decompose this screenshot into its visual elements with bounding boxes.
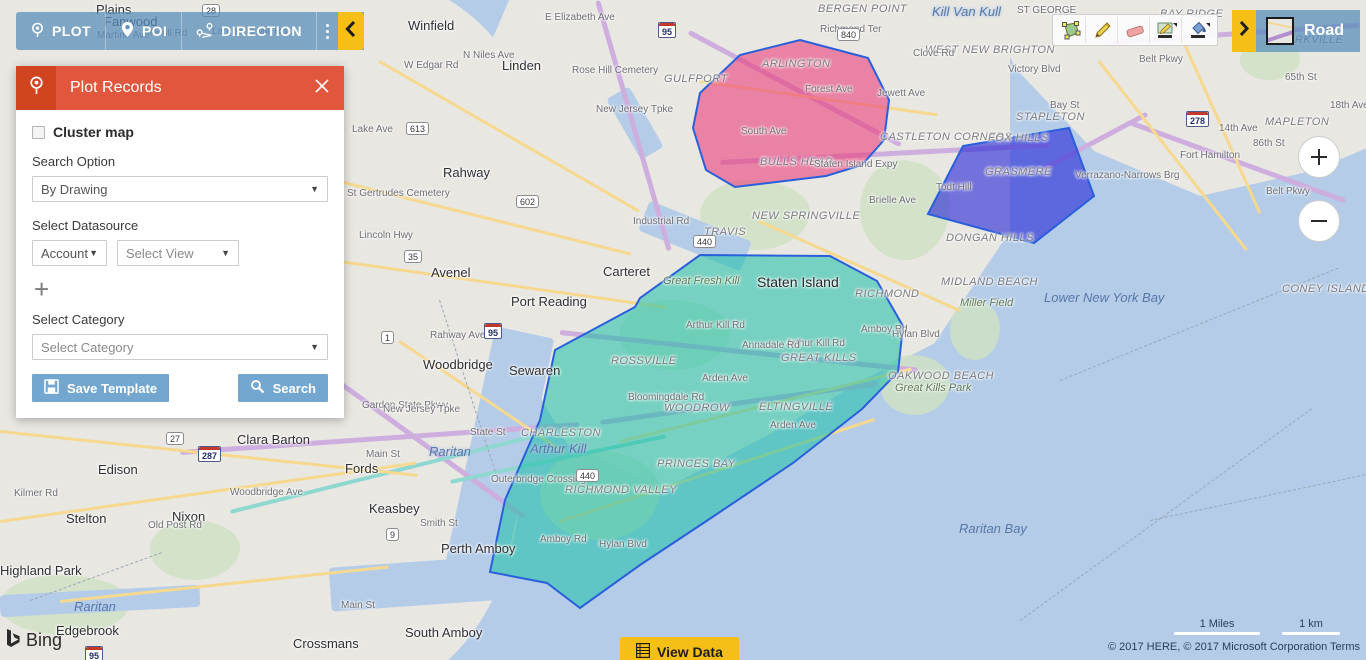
panel-body: Cluster map Search Option By Drawing ▼ S…: [16, 110, 344, 418]
close-icon: [314, 78, 330, 99]
map-route-shield: 287: [198, 446, 222, 462]
cluster-map-label: Cluster map: [53, 124, 134, 140]
panel-actions: Save Template Search: [32, 374, 328, 402]
view-data-button[interactable]: View Data: [620, 637, 739, 660]
map-style-label: Road: [1304, 22, 1344, 39]
chevron-left-icon: [344, 20, 357, 42]
main-toolbar: PLOT POI DIRECTION: [16, 12, 364, 50]
zoom-in-button[interactable]: [1298, 136, 1340, 178]
map-style-expand-button[interactable]: [1232, 10, 1256, 52]
map-route-shield: 840: [837, 28, 861, 41]
panel-header-icon: [16, 66, 56, 110]
minus-icon: [1311, 220, 1327, 222]
toolbar-item-plot[interactable]: PLOT: [16, 12, 106, 50]
bing-logo-icon: [6, 628, 21, 653]
map-route-shield: 27: [166, 432, 185, 445]
search-button-label: Search: [272, 380, 316, 396]
chevron-down-icon: ▼: [221, 248, 230, 258]
pencil-tool-icon: [1094, 21, 1111, 38]
toolbar-item-poi-label: POI: [141, 23, 168, 39]
datasource-row: Account ▼ Select View ▼: [32, 240, 328, 266]
datasource-entity-value: Account: [41, 245, 88, 261]
scale-km-line: [1282, 632, 1340, 635]
fill-color-tool[interactable]: [1184, 17, 1214, 43]
map-route-shield: 95: [85, 646, 104, 660]
search-option-select[interactable]: By Drawing ▼: [32, 176, 328, 202]
datasource-entity-select[interactable]: Account ▼: [32, 240, 107, 266]
polygon-tool-icon: [1061, 20, 1080, 39]
search-button[interactable]: Search: [237, 374, 328, 402]
floppy-disk-icon: [44, 379, 59, 397]
plot-records-panel: Plot Records Cluster map Search Option B…: [16, 66, 344, 418]
select-category-label: Select Category: [32, 312, 125, 327]
scale-miles: 1 Miles: [1174, 618, 1260, 635]
scale-bar: 1 Miles 1 km: [1174, 618, 1340, 635]
map-route-shield: 95: [658, 22, 677, 38]
datasource-view-select[interactable]: Select View ▼: [117, 240, 239, 266]
polygon-tool[interactable]: [1056, 17, 1086, 43]
pencil-tool[interactable]: [1088, 17, 1118, 43]
chevron-down-icon: ▼: [310, 184, 319, 194]
map-route-shield: 35: [404, 250, 423, 263]
zoom-out-button[interactable]: [1298, 200, 1340, 242]
vertical-dots-icon[interactable]: [317, 12, 338, 50]
scale-miles-label: 1 Miles: [1199, 618, 1235, 630]
toolbar-item-direction-label: DIRECTION: [221, 23, 302, 39]
drawing-toolbar: [1052, 14, 1218, 46]
toolbar-item-direction[interactable]: DIRECTION: [182, 12, 317, 50]
map-route-shield: 613: [406, 122, 430, 135]
map-route-shield: 602: [516, 195, 540, 208]
map-style-switcher: Road: [1232, 10, 1360, 52]
chevron-down-icon: ▼: [89, 248, 98, 258]
stroke-color-tool-icon: [1157, 22, 1177, 38]
map-route-shield: 95: [484, 323, 503, 339]
stroke-color-tool[interactable]: [1152, 17, 1182, 43]
select-datasource-label: Select Datasource: [32, 218, 139, 233]
plus-icon: [1311, 149, 1327, 165]
direction-icon: [196, 22, 214, 41]
scale-km-label: 1 km: [1299, 618, 1323, 630]
select-category-select[interactable]: Select Category ▼: [32, 334, 328, 360]
toolbar-collapse-button[interactable]: [337, 12, 364, 50]
cluster-map-row: Cluster map: [32, 124, 328, 140]
select-category-value: Select Category: [41, 339, 134, 355]
save-template-button[interactable]: Save Template: [32, 374, 170, 402]
bing-logo-label: Bing: [26, 630, 63, 650]
map-style-road-button[interactable]: Road: [1256, 10, 1360, 52]
map-route-shield: 440: [693, 235, 717, 248]
map-pin-icon: [30, 22, 45, 41]
cluster-map-checkbox[interactable]: [32, 125, 45, 139]
map-application: PlainsWinfieldFanwoodLindenRahwayAvenelC…: [0, 0, 1366, 660]
search-option-label: Search Option: [32, 154, 116, 169]
fill-color-tool-icon: [1191, 21, 1210, 38]
map-route-shield: 440: [576, 469, 600, 482]
datasource-view-value: Select View: [126, 245, 194, 261]
plus-icon: +: [34, 274, 50, 304]
view-data-label: View Data: [657, 644, 723, 660]
chevron-down-icon: ▼: [310, 342, 319, 352]
add-datasource-button[interactable]: +: [34, 276, 52, 302]
eraser-tool-icon: [1126, 25, 1144, 37]
bing-logo[interactable]: Bing: [6, 628, 62, 653]
chevron-right-icon: [1238, 20, 1250, 41]
map-attribution: © 2017 HERE, © 2017 Microsoft Corporatio…: [1107, 641, 1360, 653]
map-thumbnail-icon: [1266, 17, 1294, 45]
map-route-shield: 1: [381, 331, 395, 344]
map-route-shield: 9: [386, 528, 400, 541]
panel-close-button[interactable]: [300, 78, 344, 99]
scale-km: 1 km: [1282, 618, 1340, 635]
poi-pin-icon: [120, 21, 135, 41]
scale-miles-line: [1174, 632, 1260, 635]
eraser-tool[interactable]: [1120, 17, 1150, 43]
panel-title: Plot Records: [70, 79, 162, 96]
magnifier-icon: [250, 379, 265, 397]
toolbar-item-poi[interactable]: POI: [106, 12, 183, 50]
panel-header: Plot Records: [16, 66, 344, 110]
table-grid-icon: [635, 642, 651, 660]
save-template-label: Save Template: [67, 380, 158, 396]
toolbar-item-plot-label: PLOT: [52, 23, 91, 39]
map-route-shield: 278: [1186, 111, 1210, 127]
search-option-value: By Drawing: [41, 181, 108, 197]
map-pin-icon: [28, 76, 45, 100]
